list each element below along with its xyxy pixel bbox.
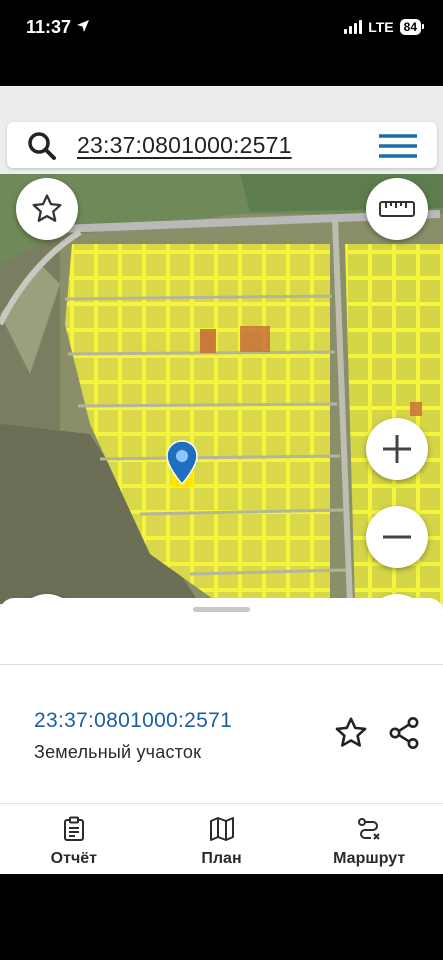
network-type: LTE xyxy=(368,19,394,35)
share-button[interactable] xyxy=(386,715,422,756)
nav-report-label: Отчёт xyxy=(50,850,97,867)
report-clipboard-icon xyxy=(63,816,84,841)
ruler-icon xyxy=(379,201,415,217)
battery-level: 84 xyxy=(399,19,425,35)
cadastral-number[interactable]: 23:37:0801000:2571 xyxy=(34,709,232,733)
favorite-map-button[interactable] xyxy=(16,178,78,240)
nav-plan-label: План xyxy=(201,850,242,867)
bottom-sheet[interactable]: 23:37:0801000:2571 Земельный участок Отч… xyxy=(0,598,443,874)
route-icon xyxy=(358,818,380,840)
status-time: 11:37 xyxy=(26,17,72,37)
app-screen: 23:37:0801000:2571 23:37:0801000:2571 Зе… xyxy=(0,86,443,874)
nav-route[interactable]: Маршрут xyxy=(295,804,443,874)
star-icon xyxy=(335,717,367,747)
search-query[interactable]: 23:37:0801000:2571 xyxy=(77,132,292,159)
signal-icon xyxy=(344,20,363,34)
plot-type: Земельный участок xyxy=(34,742,202,762)
share-icon xyxy=(389,717,419,749)
plus-icon xyxy=(383,435,411,463)
nav-route-label: Маршрут xyxy=(333,850,406,867)
nav-report[interactable]: Отчёт xyxy=(0,804,148,874)
star-icon xyxy=(32,194,62,222)
zoom-out-button[interactable] xyxy=(366,506,428,568)
search-icon[interactable] xyxy=(27,131,57,166)
search-bar[interactable]: 23:37:0801000:2571 xyxy=(7,122,437,168)
menu-icon[interactable] xyxy=(379,134,417,163)
map-icon xyxy=(209,817,234,841)
bottom-nav: Отчёт План Маршрут xyxy=(0,804,443,874)
divider xyxy=(0,664,443,665)
ruler-button[interactable] xyxy=(366,178,428,240)
minus-icon xyxy=(383,535,411,539)
nav-plan[interactable]: План xyxy=(148,804,296,874)
favorite-button[interactable] xyxy=(333,715,369,756)
status-indicators: LTE 84 xyxy=(344,19,425,35)
location-arrow-icon xyxy=(76,19,90,38)
map-view[interactable] xyxy=(0,174,443,604)
zoom-in-button[interactable] xyxy=(366,418,428,480)
location-pin-icon[interactable] xyxy=(166,440,198,491)
drag-handle[interactable] xyxy=(193,607,250,612)
status-bar: 11:37 LTE 84 xyxy=(0,0,443,60)
